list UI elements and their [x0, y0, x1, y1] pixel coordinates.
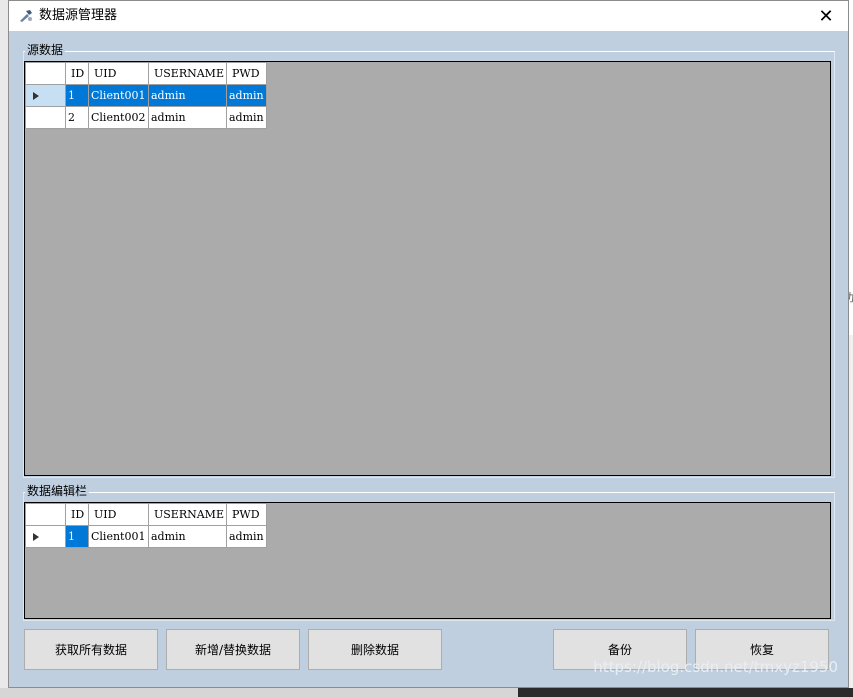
table-row[interactable]: 1 Client001 admin admin [25, 525, 267, 548]
add-replace-data-button[interactable]: 新增/替换数据 [166, 629, 300, 670]
cell-uid[interactable]: Client001 [88, 525, 149, 548]
source-data-label: 源数据 [25, 41, 66, 58]
cell-uid[interactable]: Client002 [88, 106, 149, 129]
table-row[interactable]: 2 Client002 admin admin [25, 106, 267, 129]
header-row: ID UID USERNAME PWD [25, 62, 267, 85]
cell-id[interactable]: 1 [65, 84, 89, 107]
column-header-pwd[interactable]: PWD [225, 62, 267, 85]
column-header-id[interactable]: ID [65, 503, 89, 526]
row-header-corner[interactable] [25, 503, 66, 526]
get-all-data-button[interactable]: 获取所有数据 [24, 629, 158, 670]
column-header-pwd[interactable]: PWD [225, 503, 267, 526]
edit-data-table: ID UID USERNAME PWD 1 Client001 admin ad… [25, 503, 267, 548]
data-source-manager-window: 数据源管理器 ✕ 源数据 ID UID USERNAME PWD 1 Clien… [8, 0, 849, 688]
cell-id[interactable]: 1 [65, 525, 89, 548]
background-taskbar [518, 688, 853, 697]
source-data-table: ID UID USERNAME PWD 1 Client001 admin ad… [25, 62, 267, 129]
cell-uid[interactable]: Client001 [88, 84, 149, 107]
column-header-username[interactable]: USERNAME [148, 62, 227, 85]
column-header-id[interactable]: ID [65, 62, 89, 85]
close-icon: ✕ [818, 5, 834, 27]
cell-username[interactable]: admin [148, 106, 227, 129]
source-data-grid[interactable]: ID UID USERNAME PWD 1 Client001 admin ad… [24, 61, 831, 476]
cell-id[interactable]: 2 [65, 106, 89, 129]
row-header[interactable] [25, 525, 66, 548]
column-header-username[interactable]: USERNAME [148, 503, 227, 526]
close-button[interactable]: ✕ [804, 1, 848, 31]
watermark: https://blog.csdn.net/tmxyz1950 [593, 658, 838, 676]
background-desktop [0, 688, 518, 697]
cell-username[interactable]: admin [148, 525, 227, 548]
row-header[interactable] [25, 106, 66, 129]
column-header-uid[interactable]: UID [88, 503, 149, 526]
edit-data-label: 数据编辑栏 [25, 482, 90, 499]
app-icon [20, 10, 32, 22]
row-header-corner[interactable] [25, 62, 66, 85]
title-bar[interactable]: 数据源管理器 ✕ [9, 1, 848, 31]
cell-pwd[interactable]: admin [225, 525, 267, 548]
cell-pwd[interactable]: admin [225, 106, 267, 129]
current-row-arrow-icon [33, 92, 39, 100]
table-row[interactable]: 1 Client001 admin admin [25, 84, 267, 107]
row-header[interactable] [25, 84, 66, 107]
cell-username[interactable]: admin [148, 84, 227, 107]
edit-data-grid[interactable]: ID UID USERNAME PWD 1 Client001 admin ad… [24, 502, 831, 619]
window-title: 数据源管理器 [39, 8, 118, 23]
header-row: ID UID USERNAME PWD [25, 503, 267, 526]
current-row-arrow-icon [33, 533, 39, 541]
delete-data-button[interactable]: 删除数据 [308, 629, 442, 670]
column-header-uid[interactable]: UID [88, 62, 149, 85]
cell-pwd[interactable]: admin [225, 84, 267, 107]
